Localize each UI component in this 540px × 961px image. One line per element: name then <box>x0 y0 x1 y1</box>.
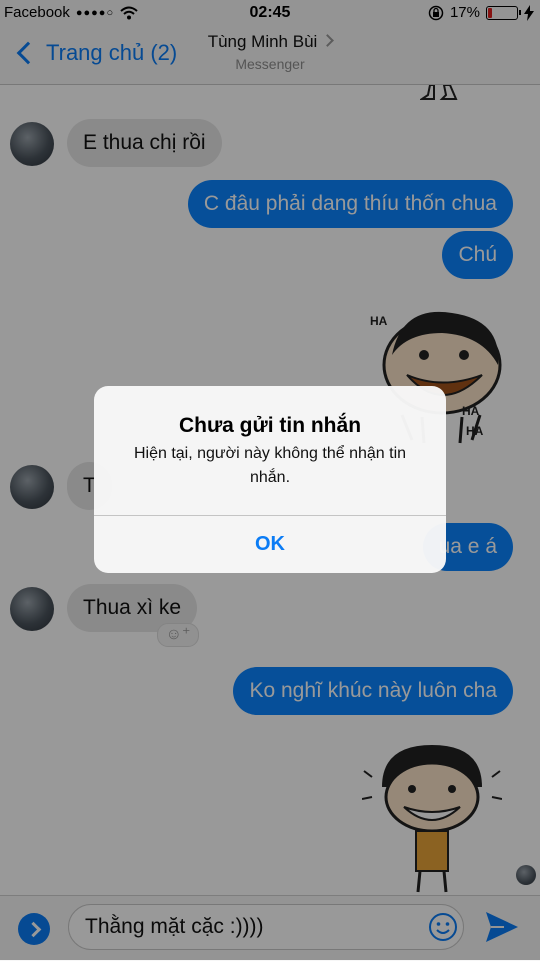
alert-message: Hiện tại, người này không thể nhận tin n… <box>133 445 407 486</box>
alert-title: Chưa gửi tin nhắn <box>178 414 362 437</box>
alert-dialog: Chưa gửi tin nhắn Hiện tại, người này kh… <box>94 386 446 573</box>
ok-button[interactable]: OK <box>94 516 446 573</box>
